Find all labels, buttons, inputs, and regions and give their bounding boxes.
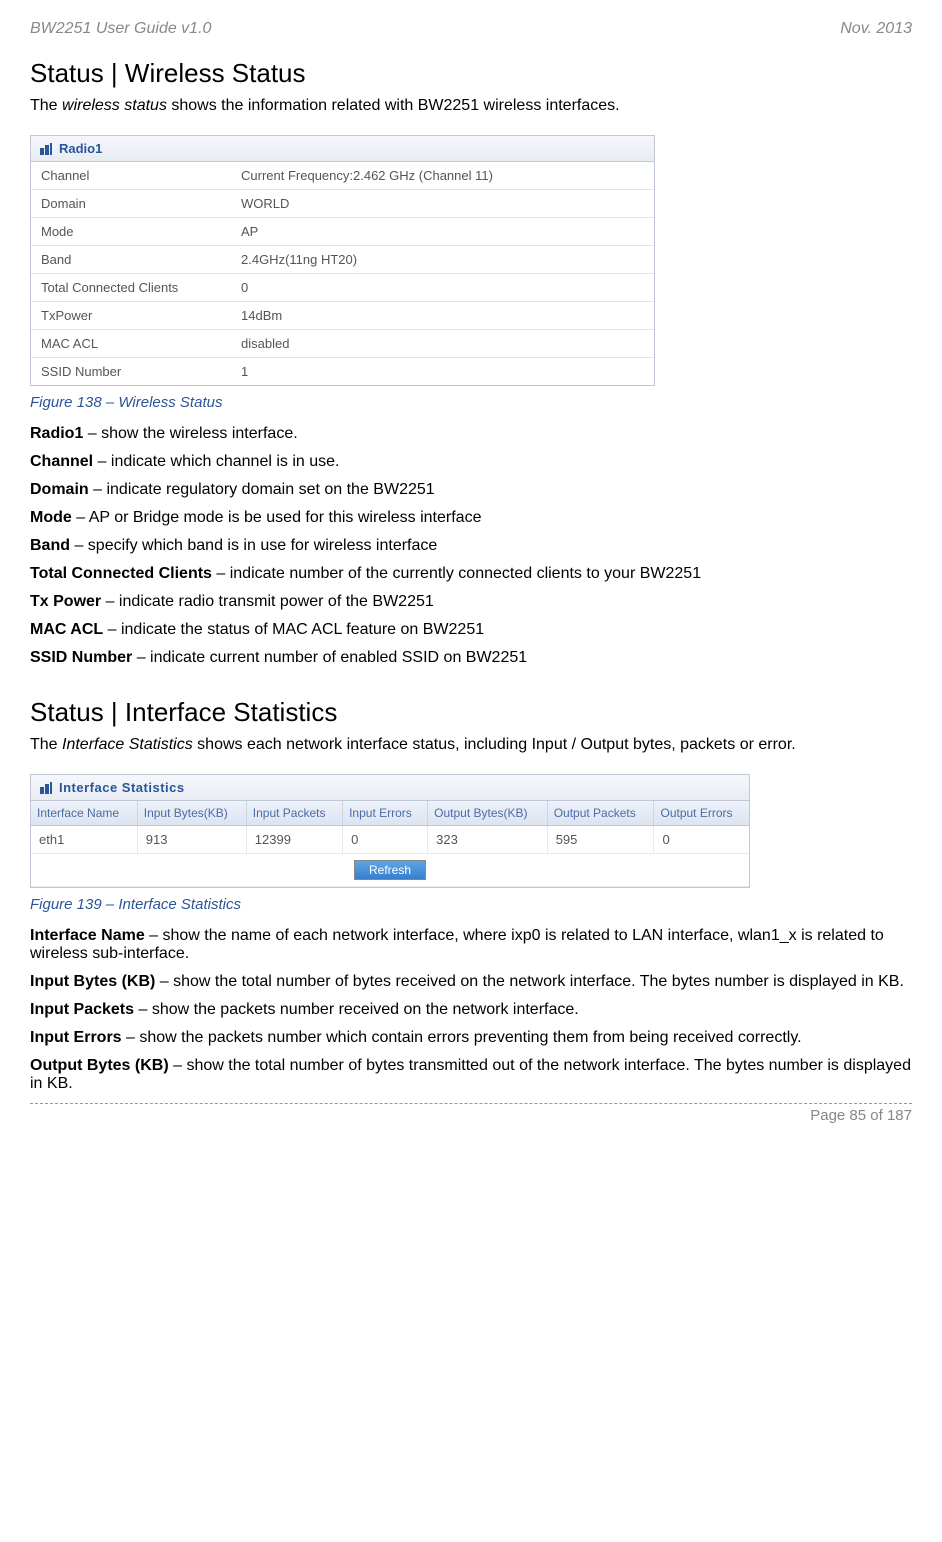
stats-refresh-row: Refresh: [31, 854, 749, 887]
def-band: Band – specify which band is in use for …: [30, 537, 912, 555]
table-row: SSID Number1: [31, 358, 654, 386]
def-channel: Channel – indicate which channel is in u…: [30, 453, 912, 471]
radio1-panel: Radio1 ChannelCurrent Frequency:2.462 GH…: [30, 135, 655, 386]
interface-statistics-panel: Interface Statistics Interface Name Inpu…: [30, 774, 750, 888]
def-input-bytes: Input Bytes (KB) – show the total number…: [30, 973, 912, 991]
table-row: DomainWORLD: [31, 190, 654, 218]
table-row: ModeAP: [31, 218, 654, 246]
def-interface-name: Interface Name – show the name of each n…: [30, 927, 912, 963]
radio1-panel-header: Radio1: [31, 136, 654, 162]
stats-icon: [39, 781, 53, 795]
table-row: ChannelCurrent Frequency:2.462 GHz (Chan…: [31, 162, 654, 190]
stats-header-row: Interface Name Input Bytes(KB) Input Pac…: [31, 801, 749, 826]
table-row: MAC ACLdisabled: [31, 330, 654, 358]
table-row: Band2.4GHz(11ng HT20): [31, 246, 654, 274]
page-number: Page 85 of 187: [810, 1107, 912, 1124]
stats-table: Interface Name Input Bytes(KB) Input Pac…: [31, 801, 749, 887]
stats-title: Interface Statistics: [59, 780, 185, 795]
stats-panel-header: Interface Statistics: [31, 775, 749, 801]
def-input-errors: Input Errors – show the packets number w…: [30, 1029, 912, 1047]
header-right: Nov. 2013: [840, 20, 912, 38]
intro-wireless-status: The wireless status shows the informatio…: [30, 97, 912, 115]
figure-139-caption: Figure 139 – Interface Statistics: [30, 896, 912, 913]
def-total-clients: Total Connected Clients – indicate numbe…: [30, 565, 912, 583]
figure-138-caption: Figure 138 – Wireless Status: [30, 394, 912, 411]
stats-data-row: eth1 913 12399 0 323 595 0: [31, 826, 749, 854]
def-input-packets: Input Packets – show the packets number …: [30, 1001, 912, 1019]
def-mac-acl: MAC ACL – indicate the status of MAC ACL…: [30, 621, 912, 639]
def-domain: Domain – indicate regulatory domain set …: [30, 481, 912, 499]
def-output-bytes: Output Bytes (KB) – show the total numbe…: [30, 1057, 912, 1093]
page-header: BW2251 User Guide v1.0 Nov. 2013: [30, 20, 912, 38]
def-mode: Mode – AP or Bridge mode is be used for …: [30, 509, 912, 527]
section-title-wireless-status: Status | Wireless Status: [30, 58, 912, 89]
radio-icon: [39, 142, 53, 156]
header-left: BW2251 User Guide v1.0: [30, 20, 211, 38]
intro-interface-statistics: The Interface Statistics shows each netw…: [30, 736, 912, 754]
radio1-title: Radio1: [59, 141, 102, 156]
refresh-button[interactable]: Refresh: [354, 860, 426, 880]
table-row: Total Connected Clients0: [31, 274, 654, 302]
radio1-table: ChannelCurrent Frequency:2.462 GHz (Chan…: [31, 162, 654, 385]
table-row: TxPower14dBm: [31, 302, 654, 330]
def-radio1: Radio1 – show the wireless interface.: [30, 425, 912, 443]
def-tx-power: Tx Power – indicate radio transmit power…: [30, 593, 912, 611]
def-ssid-number: SSID Number – indicate current number of…: [30, 649, 912, 667]
section-title-interface-statistics: Status | Interface Statistics: [30, 697, 912, 728]
page-footer: Page 85 of 187: [30, 1103, 912, 1124]
